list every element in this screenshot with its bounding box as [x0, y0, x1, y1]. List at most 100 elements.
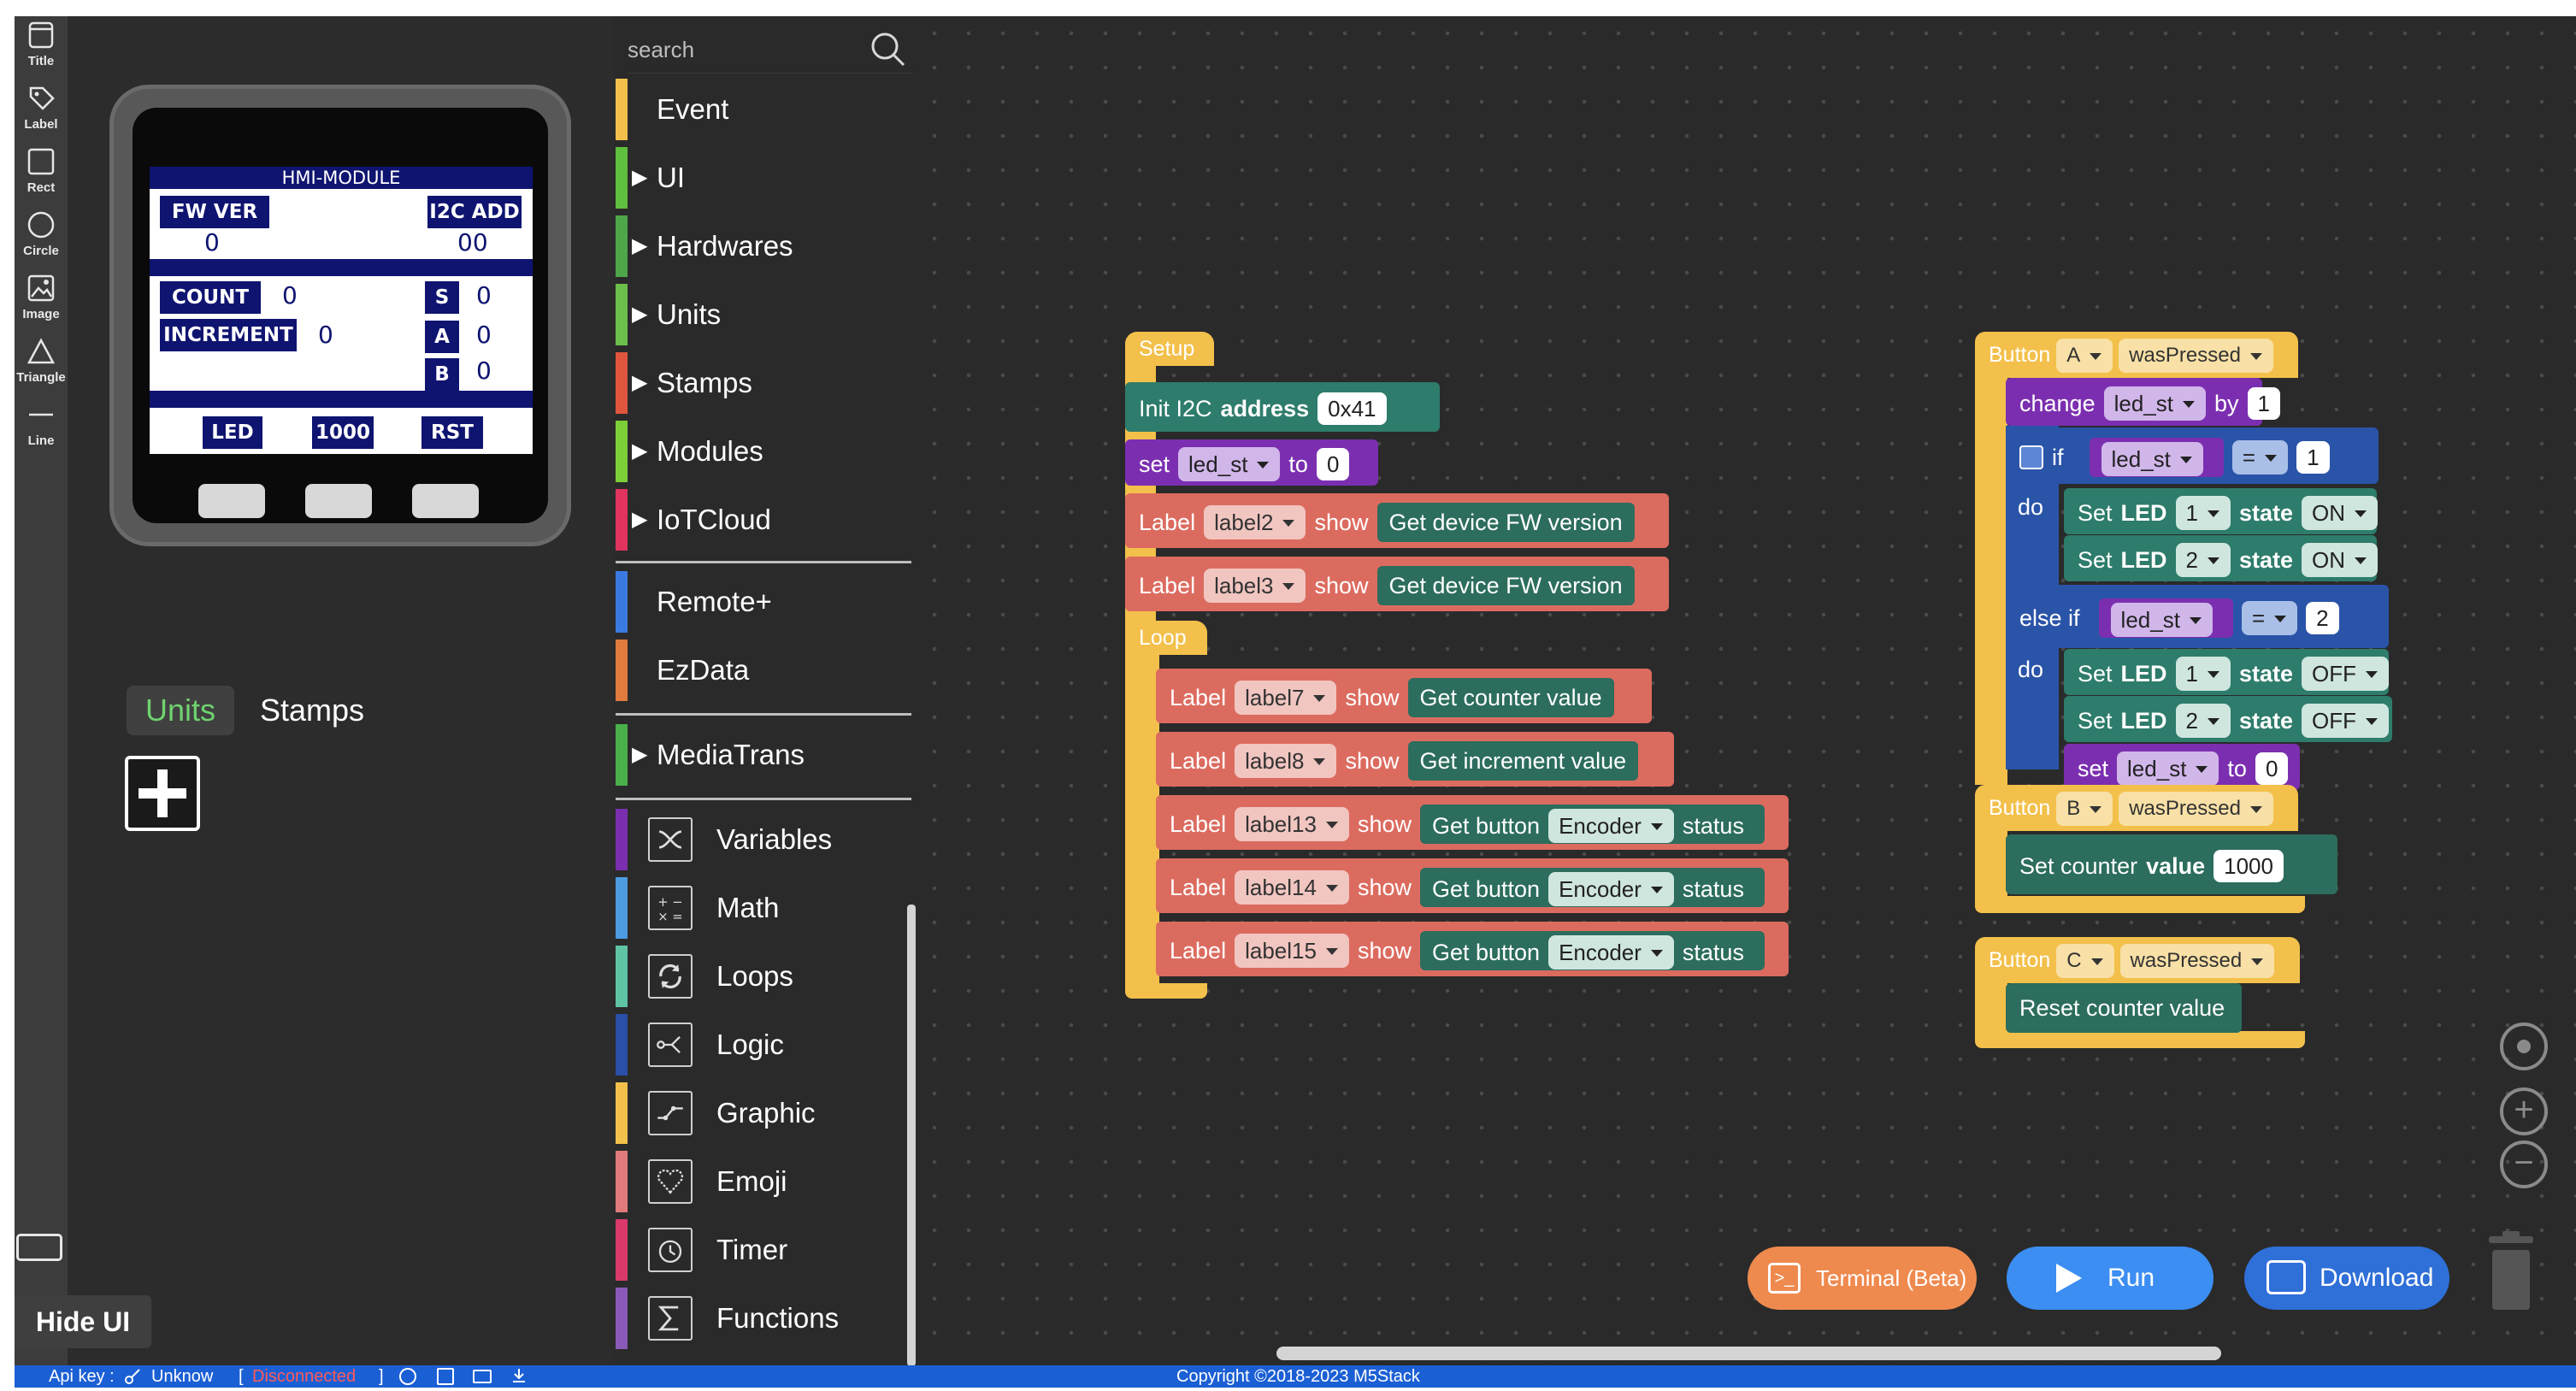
category-stamps[interactable]: ▶ Stamps — [616, 352, 911, 414]
label-dropdown[interactable]: label14 — [1235, 869, 1349, 905]
button-dropdown[interactable]: Encoder — [1548, 808, 1674, 843]
category-loops[interactable]: Loops — [616, 946, 911, 1007]
screen-title[interactable]: HMI-MODULE — [150, 167, 533, 189]
get-counter-block[interactable]: Get counter value — [1407, 677, 1614, 717]
set-led-block[interactable]: Set LED 1 state OFF — [2064, 649, 2390, 695]
number-input[interactable]: 2 — [2306, 601, 2339, 634]
tool-rect[interactable]: Rect — [15, 146, 68, 195]
category-graphic[interactable]: Graphic — [616, 1082, 911, 1144]
i2c-add-label[interactable]: I2C ADD — [427, 196, 522, 228]
button-dropdown[interactable]: A — [2056, 339, 2113, 374]
b-value[interactable]: 0 — [476, 357, 492, 386]
state-dropdown[interactable]: ON — [2302, 495, 2379, 530]
label-dropdown[interactable]: label8 — [1235, 743, 1337, 778]
state-dropdown[interactable]: ON — [2302, 542, 2379, 577]
count-label[interactable]: COUNT — [160, 281, 261, 314]
screen-divider-top[interactable] — [150, 259, 533, 276]
category-scrollbar[interactable] — [907, 905, 916, 1366]
folder-icon[interactable] — [473, 1370, 492, 1383]
tool-label-widget[interactable]: Label — [15, 83, 68, 132]
zoom-in-icon[interactable]: + — [2500, 1087, 2548, 1135]
s-value[interactable]: 0 — [476, 281, 492, 310]
get-button-block[interactable]: Get button Encoder status — [1419, 930, 1765, 970]
tool-line[interactable]: Line — [15, 399, 68, 448]
set-led-block[interactable]: Set LED 2 state OFF — [2064, 696, 2392, 742]
state-dropdown[interactable]: OFF — [2302, 703, 2390, 738]
rst-label[interactable]: RST — [421, 416, 483, 449]
get-fw-version-block[interactable]: Get device FW version — [1376, 565, 1635, 605]
category-remote[interactable]: Remote+ — [616, 571, 911, 633]
increment-label[interactable]: INCREMENT — [160, 319, 297, 351]
label-show-block[interactable]: Label label13 show Get button Encoder status — [1156, 795, 1789, 850]
label-dropdown[interactable]: label7 — [1235, 680, 1337, 715]
device-button-a[interactable] — [198, 484, 265, 518]
i2c-add-value[interactable]: 00 — [457, 228, 488, 257]
label-show-block[interactable]: Label label7 show Get counter value — [1156, 669, 1652, 723]
button-a-event-block[interactable]: Button A wasPressed — [1975, 332, 2298, 378]
category-iotcloud[interactable]: ▶ IoTCloud — [616, 489, 911, 551]
tab-stamps[interactable]: Stamps — [252, 686, 372, 735]
set-counter-block[interactable]: Set counter value 1000 — [2006, 834, 2337, 894]
led-dropdown[interactable]: 2 — [2175, 542, 2231, 577]
label-show-block[interactable]: Label label3 show Get device FW version — [1125, 557, 1669, 611]
label-dropdown[interactable]: label2 — [1204, 504, 1306, 539]
a-label[interactable]: A — [425, 321, 459, 353]
hide-ui-button[interactable]: Hide UI — [15, 1295, 151, 1348]
b-label[interactable]: B — [425, 358, 459, 391]
gear-icon[interactable] — [2019, 445, 2043, 469]
number-input[interactable]: 1 — [2247, 386, 2280, 420]
event-dropdown[interactable]: wasPressed — [2119, 792, 2273, 827]
operator-dropdown[interactable]: = — [2231, 439, 2289, 474]
trash-icon[interactable] — [2484, 1231, 2538, 1311]
label-dropdown[interactable]: label3 — [1204, 568, 1306, 603]
run-button[interactable]: Run — [2007, 1247, 2213, 1310]
save-icon[interactable] — [437, 1368, 454, 1385]
set-led-block[interactable]: Set LED 1 state ON — [2064, 488, 2379, 534]
zoom-out-icon[interactable]: − — [2500, 1141, 2548, 1188]
terminal-button[interactable]: >_ Terminal (Beta) — [1748, 1247, 1977, 1310]
s-label[interactable]: S — [425, 281, 459, 314]
connection-status[interactable]: Disconnected — [252, 1365, 356, 1388]
tool-triangle[interactable]: Triangle — [15, 336, 68, 385]
screen-divider-bottom[interactable] — [150, 391, 533, 408]
label-show-block[interactable]: Label label15 show Get button Encoder status — [1156, 922, 1789, 976]
button-dropdown[interactable]: B — [2056, 792, 2113, 827]
set-variable-block[interactable]: set led_st to 0 — [2064, 744, 2300, 790]
category-mediatrans[interactable]: ▶ MediaTrans — [616, 724, 911, 786]
device-button-b[interactable] — [305, 484, 372, 518]
counter-value-input[interactable]: 1000 — [2213, 849, 2284, 882]
add-unit-button[interactable] — [125, 756, 200, 831]
number-input[interactable]: 0 — [2255, 751, 2289, 785]
get-increment-block[interactable]: Get increment value — [1407, 740, 1639, 781]
category-ezdata[interactable]: EzData — [616, 640, 911, 701]
operator-dropdown[interactable]: = — [2241, 600, 2298, 635]
compare-block[interactable]: led_st — [2098, 598, 2233, 638]
category-event[interactable]: Event — [616, 79, 911, 140]
led-dropdown[interactable]: 1 — [2175, 495, 2231, 530]
category-logic[interactable]: Logic — [616, 1014, 911, 1076]
state-dropdown[interactable]: OFF — [2302, 656, 2390, 691]
label-show-block[interactable]: Label label8 show Get increment value — [1156, 732, 1674, 787]
label-show-block[interactable]: Label label2 show Get device FW version — [1125, 493, 1669, 548]
fw-ver-value[interactable]: 0 — [204, 228, 220, 257]
device-button-c[interactable] — [412, 484, 479, 518]
change-variable-block[interactable]: change led_st by 1 — [2006, 378, 2280, 426]
label-show-block[interactable]: Label label14 show Get button Encoder status — [1156, 858, 1789, 913]
get-button-block[interactable]: Get button Encoder status — [1419, 804, 1765, 844]
category-functions[interactable]: Functions — [616, 1288, 911, 1349]
recenter-icon[interactable] — [2500, 1023, 2548, 1070]
button-c-event-block[interactable]: Button C wasPressed — [1975, 937, 2300, 983]
led-dropdown[interactable]: 2 — [2175, 703, 2231, 738]
variable-dropdown[interactable]: led_st — [2101, 441, 2203, 476]
event-dropdown[interactable]: wasPressed — [2119, 944, 2275, 979]
tool-image[interactable]: Image — [15, 273, 68, 321]
tool-title[interactable]: Title — [15, 20, 68, 68]
category-timer[interactable]: Timer — [616, 1219, 911, 1281]
number-input[interactable]: 0 — [1316, 447, 1350, 480]
count-value[interactable]: 0 — [282, 281, 298, 310]
variable-dropdown[interactable]: led_st — [2103, 386, 2206, 421]
label-dropdown[interactable]: label15 — [1235, 933, 1349, 968]
led-label[interactable]: LED — [203, 416, 262, 449]
set-variable-block[interactable]: set led_st to 0 — [1125, 439, 1378, 486]
button-dropdown[interactable]: C — [2056, 944, 2114, 979]
